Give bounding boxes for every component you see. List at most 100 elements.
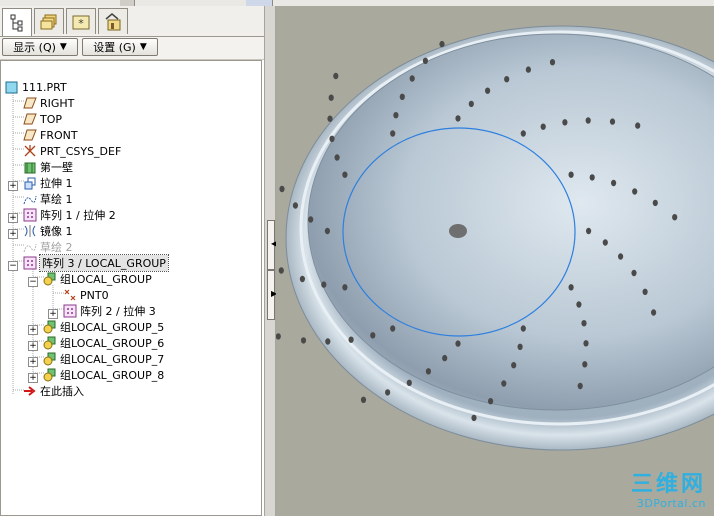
panel-splitter[interactable]: ◀ ▶ [264,6,277,516]
tab-model-tree[interactable] [2,8,32,36]
vent-hole [455,115,461,122]
expand-toggle[interactable]: + [28,357,38,367]
settings-menu-button[interactable]: 设置 (G) ▼ [82,38,158,56]
wall-feature-icon [23,160,37,174]
group-icon [43,368,57,382]
chevron-down-icon: ▼ [139,42,147,52]
tree-item[interactable]: 镜像 1 [23,223,73,239]
vent-hole [576,301,582,308]
settings-menu-label: 设置 (G) [93,41,136,54]
tree-item[interactable]: 组LOCAL_GROUP [43,271,152,287]
expand-toggle[interactable]: + [8,229,18,239]
vent-hole [652,199,658,207]
datum-plane-icon [23,96,37,110]
expand-panel-handle[interactable]: ▶ [267,270,277,320]
expand-toggle[interactable]: + [48,309,58,319]
collapse-toggle[interactable]: − [28,277,38,287]
vent-hole [360,396,367,403]
vent-hole [585,117,591,124]
tree-item-label: 镜像 1 [40,225,73,238]
insert-arrow-icon [23,384,37,398]
collapse-toggle[interactable]: − [8,261,18,271]
vent-hole [485,87,491,94]
tree-item[interactable]: 阵列 1 / 拉伸 2 [23,207,116,223]
vent-hole [540,123,546,130]
tree-item-label: 阵列 3 / LOCAL_GROUP [39,254,169,272]
group-icon [43,352,57,366]
expand-toggle[interactable]: + [8,213,18,223]
vent-hole [582,361,588,368]
tree-item[interactable]: 组LOCAL_GROUP_5 [43,319,164,335]
tree-item-label: TOP [40,112,63,126]
tree-item-label: 组LOCAL_GROUP_5 [60,321,165,334]
vent-hole [455,340,461,347]
vent-hole [609,118,616,125]
vent-hole [517,343,523,350]
expand-toggle[interactable]: + [28,325,38,335]
tree-item-label: 组LOCAL_GROUP_7 [60,353,165,366]
graphics-window[interactable]: 三维网 3DPortal.cn [276,6,714,516]
vent-hole [325,338,331,345]
vent-hole [406,379,412,386]
tree-item[interactable]: FRONT [23,127,78,143]
tree-item[interactable]: 拉伸 1 [23,175,73,191]
tree-item-label: 拉伸 1 [40,177,73,190]
tree-item[interactable]: 草绘 1 [23,191,73,207]
tree-item-label: 组LOCAL_GROUP_8 [60,369,165,382]
collapse-panel-handle[interactable]: ◀ [267,220,277,270]
vent-hole [276,333,281,340]
model-tree: 111.PRT RIGHT TOP FRONT PRT_CSYS_DEF 第一壁… [0,60,262,516]
folder-browser-icon [40,14,57,29]
vent-hole [342,171,348,178]
group-icon [43,336,57,350]
expand-toggle[interactable]: + [8,181,18,191]
insert-here-marker[interactable]: 在此插入 [23,383,84,399]
tree-item[interactable]: 草绘 2 [23,239,73,255]
tree-item-label: 第一壁 [40,161,73,174]
vent-hole [278,267,284,274]
tree-item[interactable]: 第一壁 [23,159,73,175]
vent-hole [520,130,526,137]
tree-item[interactable]: 组LOCAL_GROUP_6 [43,335,164,351]
datum-point-icon [63,288,77,302]
expand-toggle[interactable]: + [28,341,38,351]
vent-hole [577,382,583,390]
vent-hole [471,414,477,422]
tab-connections[interactable] [98,8,128,34]
vent-hole [504,76,510,83]
tree-item[interactable]: 阵列 2 / 拉伸 3 [63,303,156,319]
vent-hole [631,269,637,277]
tree-item[interactable]: 组LOCAL_GROUP_7 [43,351,164,367]
navigator-panel: * 显示 (Q) ▼ 设置 (G) ▼ 111.PRT RIGHT TOP FR… [0,6,264,516]
expand-toggle[interactable]: + [28,373,38,383]
tab-folder-browser[interactable] [34,8,64,34]
vent-hole [348,336,354,343]
vent-hole [549,59,556,66]
vent-hole [393,112,399,119]
tab-favorites[interactable]: * [66,8,96,34]
tree-item[interactable]: RIGHT [23,95,74,111]
tree-item[interactable]: PNT0 [63,287,109,303]
vent-hole [333,72,339,80]
coordinate-system-icon [23,144,37,158]
vent-hole [425,368,431,375]
tree-item[interactable]: PRT_CSYS_DEF [23,143,121,159]
tree-item-selected[interactable]: 阵列 3 / LOCAL_GROUP [23,254,169,272]
datum-plane-icon [23,112,37,126]
vent-hole [422,57,428,64]
pattern-icon [23,256,37,270]
vent-hole [279,185,285,193]
tree-item[interactable]: TOP [23,111,62,127]
tree-root[interactable]: 111.PRT [5,79,67,95]
tree-item[interactable]: 组LOCAL_GROUP_8 [43,367,164,383]
vent-hole [651,309,657,316]
vent-hole [583,340,589,347]
center-hole [449,224,467,238]
show-menu-button[interactable]: 显示 (Q) ▼ [2,38,78,56]
vent-hole [642,288,648,295]
tree-item-label: PRT_CSYS_DEF [40,144,122,158]
vent-hole [342,284,348,291]
vent-hole [328,94,334,101]
group-icon [43,320,57,334]
vent-hole [581,320,587,327]
